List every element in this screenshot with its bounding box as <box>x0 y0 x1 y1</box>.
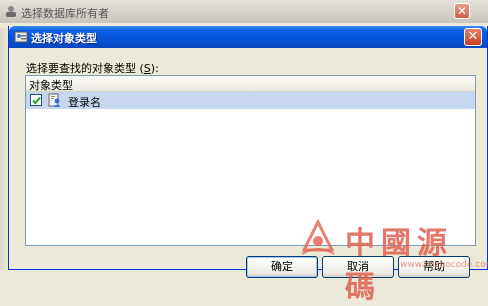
prompt-text: 选择要查找的对象类型 ( <box>26 62 144 75</box>
parent-window-titlebar: 选择数据库所有者 ✕ <box>0 0 488 24</box>
login-user-icon <box>48 93 61 107</box>
dialog-title: 选择对象类型 <box>31 32 97 45</box>
prompt-text-end: ): <box>150 62 159 75</box>
dialog-close-button[interactable]: ✕ <box>464 28 482 46</box>
parent-window-edge <box>0 28 8 270</box>
list-item-label: 登录名 <box>68 96 101 109</box>
dialog-app-icon <box>14 31 28 43</box>
user-icon <box>6 6 16 17</box>
dialog-titlebar[interactable]: 选择对象类型 ✕ <box>9 26 487 48</box>
ok-button[interactable]: 确定 <box>246 256 318 278</box>
object-types-prompt: 选择要查找的对象类型 (S): <box>26 60 159 76</box>
parent-close-button[interactable]: ✕ <box>454 3 470 19</box>
watermark-url: www.cnzhocode.com <box>400 260 488 270</box>
column-header-label: 对象类型 <box>29 79 73 92</box>
checkmark-icon <box>32 96 41 105</box>
column-header-object-type[interactable]: 对象类型 <box>26 76 475 92</box>
prompt-access-key: S <box>143 62 151 75</box>
parent-window-title: 选择数据库所有者 <box>21 7 109 20</box>
list-item[interactable]: 登录名 <box>26 92 475 109</box>
login-checkbox[interactable] <box>30 94 42 106</box>
watermark-logo-icon <box>301 218 335 255</box>
